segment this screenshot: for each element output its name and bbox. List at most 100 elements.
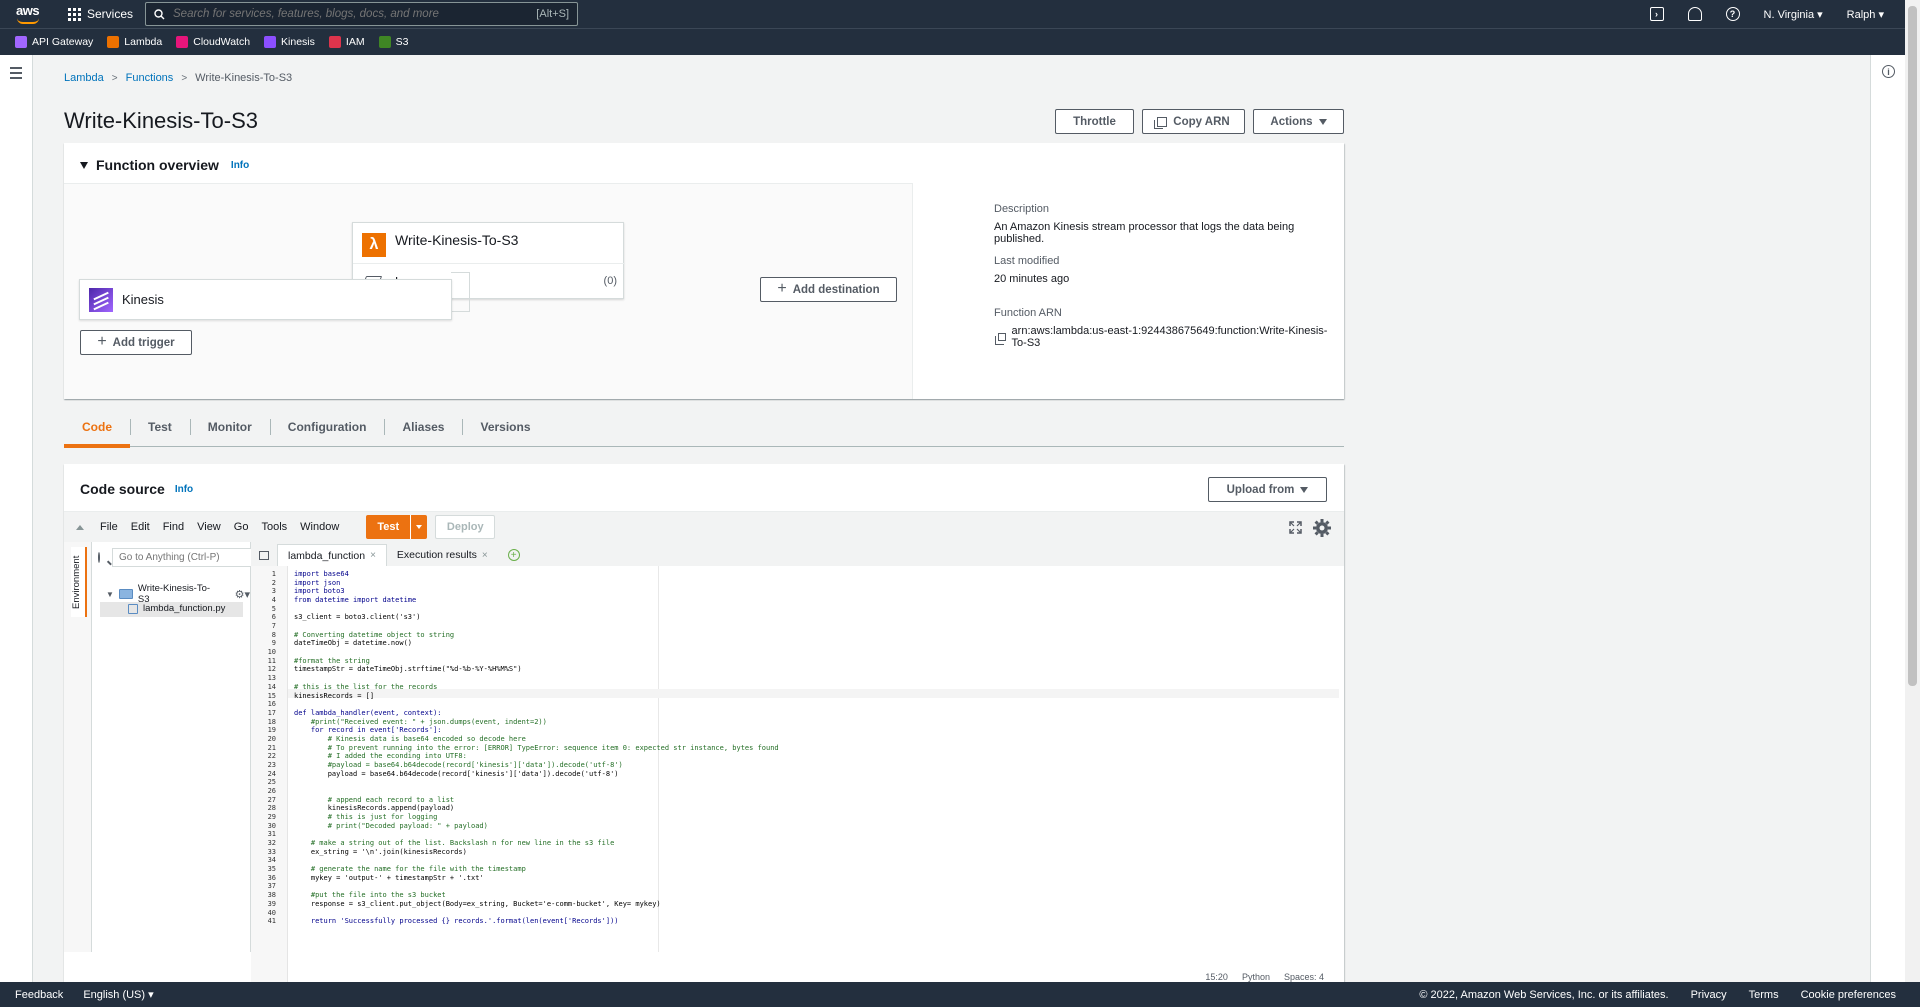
favorite-s3[interactable]: S3: [378, 36, 408, 48]
line-number: 39: [267, 899, 276, 908]
caret-down-icon: [1318, 118, 1327, 125]
copy-arn-button[interactable]: Copy ARN: [1142, 109, 1245, 134]
throttle-label: Throttle: [1073, 115, 1116, 128]
favorite-api-gateway[interactable]: API Gateway: [15, 36, 93, 48]
hamburger-menu-icon[interactable]: [10, 67, 22, 82]
code-line: for record in event['Records']:: [294, 726, 442, 735]
copyright-text: © 2022, Amazon Web Services, Inc. or its…: [1419, 988, 1669, 1001]
fullscreen-icon[interactable]: [1289, 521, 1302, 534]
close-icon[interactable]: ×: [370, 550, 376, 561]
search-input[interactable]: [173, 8, 537, 20]
cookie-preferences-link[interactable]: Cookie preferences: [1801, 989, 1896, 1001]
caret-down-icon: [416, 525, 423, 529]
editor-tab-lambda-function[interactable]: lambda_function ×: [277, 544, 387, 566]
tab-aliases[interactable]: Aliases: [384, 407, 462, 447]
add-trigger-label: Add trigger: [112, 336, 175, 349]
line-number: 32: [267, 839, 276, 848]
function-overview-header[interactable]: Function overview Info: [80, 157, 249, 173]
add-tab-icon[interactable]: +: [507, 549, 520, 561]
info-link[interactable]: Info: [231, 160, 249, 171]
throttle-button[interactable]: Throttle: [1055, 109, 1134, 134]
close-icon[interactable]: ×: [482, 550, 488, 561]
line-number: 34: [267, 856, 276, 865]
favorite-lambda[interactable]: Lambda: [107, 36, 162, 48]
editor-gutter: 1 2 3 4 5 6 7 8 9 10 11 12 13 14 15 16 17 18 19 20 21 22 23 24 2…: [251, 566, 288, 982]
privacy-link[interactable]: Privacy: [1691, 989, 1727, 1001]
actions-button[interactable]: Actions: [1253, 109, 1344, 134]
services-menu[interactable]: Services: [68, 7, 133, 21]
user-menu[interactable]: Ralph ▾: [1847, 8, 1884, 21]
function-arn-value: arn:aws:lambda:us-east-1:924438675649:fu…: [1011, 325, 1328, 349]
deploy-button[interactable]: Deploy: [435, 515, 496, 539]
help-icon[interactable]: ?: [1725, 7, 1740, 21]
code-editor[interactable]: import base64 import json import boto3 from…: [288, 566, 1344, 982]
gear-icon[interactable]: [1312, 518, 1332, 538]
terms-link[interactable]: Terms: [1749, 989, 1779, 1001]
tab-code[interactable]: Code: [64, 407, 130, 448]
breadcrumb-functions[interactable]: Functions: [126, 72, 174, 84]
line-number: 10: [267, 648, 276, 657]
info-panel-icon[interactable]: i: [1882, 65, 1895, 78]
folder-icon: [118, 589, 133, 599]
line-number: 2: [271, 578, 276, 587]
file-row[interactable]: lambda_function.py: [128, 603, 225, 614]
notifications-bell-icon[interactable]: [1687, 7, 1702, 21]
feedback-link[interactable]: Feedback: [15, 989, 63, 1001]
cloudshell-icon[interactable]: ›: [1649, 7, 1664, 21]
tab-monitor[interactable]: Monitor: [189, 407, 270, 447]
tab-list-icon[interactable]: [259, 551, 269, 560]
favorite-iam[interactable]: IAM: [328, 36, 365, 48]
code-line: # Kinesis data is base64 encoded so deco…: [294, 734, 526, 743]
menu-file[interactable]: File: [100, 521, 118, 533]
code-line: # I added the econding into UTF8:: [294, 752, 467, 761]
line-number: 33: [267, 847, 276, 856]
aws-logo[interactable]: aws: [14, 0, 58, 28]
menu-window[interactable]: Window: [300, 521, 339, 533]
language-selector[interactable]: English (US) ▾: [83, 988, 153, 1001]
ide-test-button[interactable]: Test: [366, 515, 411, 539]
code-line: #put the file into the s3 bucket: [294, 891, 446, 900]
region-selector[interactable]: N. Virginia ▾: [1764, 8, 1823, 21]
tab-configuration[interactable]: Configuration: [269, 407, 385, 447]
tree-expand-icon[interactable]: ▼: [106, 590, 114, 599]
trigger-connector: [451, 272, 470, 312]
tab-test[interactable]: Test: [130, 407, 190, 447]
editor-spaces[interactable]: Spaces: 4: [1284, 972, 1324, 982]
goto-anything-input[interactable]: [112, 548, 252, 567]
favorite-kinesis[interactable]: Kinesis: [264, 36, 315, 48]
kinesis-trigger-card[interactable]: Kinesis: [79, 279, 452, 320]
collapse-ide-icon[interactable]: [76, 524, 84, 530]
tab-versions[interactable]: Versions: [462, 407, 548, 447]
breadcrumb-lambda[interactable]: Lambda: [64, 72, 104, 84]
copy-arn-icon[interactable]: [995, 333, 1006, 345]
code-line: ex_string = '\n'.join(kinesisRecords): [294, 847, 467, 856]
editor-tab-execution-results[interactable]: Execution results ×: [387, 544, 498, 566]
description-label: Description: [994, 203, 1050, 215]
scrollbar-thumb[interactable]: [1908, 6, 1917, 686]
line-number: 25: [267, 778, 276, 787]
add-destination-button[interactable]: + Add destination: [760, 277, 897, 302]
page-scrollbar[interactable]: [1905, 0, 1920, 982]
upload-from-button[interactable]: Upload from: [1208, 477, 1327, 502]
editor-tab-label: Execution results: [396, 549, 477, 561]
search-box[interactable]: [Alt+S]: [145, 2, 579, 26]
code-line: #format the string: [294, 656, 370, 665]
code-line: #print("Received event: " + json.dumps(e…: [294, 717, 547, 726]
menu-go[interactable]: Go: [234, 521, 249, 533]
add-trigger-button[interactable]: + Add trigger: [80, 330, 192, 355]
code-source-info-link[interactable]: Info: [175, 484, 193, 495]
menu-view[interactable]: View: [197, 521, 221, 533]
code-line: # this is the list for the records: [294, 682, 438, 691]
ide-side-panel: Environment: [64, 542, 92, 952]
menu-edit[interactable]: Edit: [131, 521, 150, 533]
line-number: 30: [267, 821, 276, 830]
ide-test-dropdown[interactable]: [410, 515, 428, 539]
editor-language[interactable]: Python: [1242, 972, 1270, 982]
menu-tools[interactable]: Tools: [261, 521, 287, 533]
function-diagram: λ Write-Kinesis-To-S3 Layers (0) Kinesis…: [64, 183, 912, 399]
line-number: 16: [267, 700, 276, 709]
folder-settings-gear-icon[interactable]: ⚙▾: [235, 588, 250, 601]
favorite-cloudwatch[interactable]: CloudWatch: [176, 36, 250, 48]
environment-tab[interactable]: Environment: [71, 547, 87, 617]
menu-find[interactable]: Find: [163, 521, 184, 533]
